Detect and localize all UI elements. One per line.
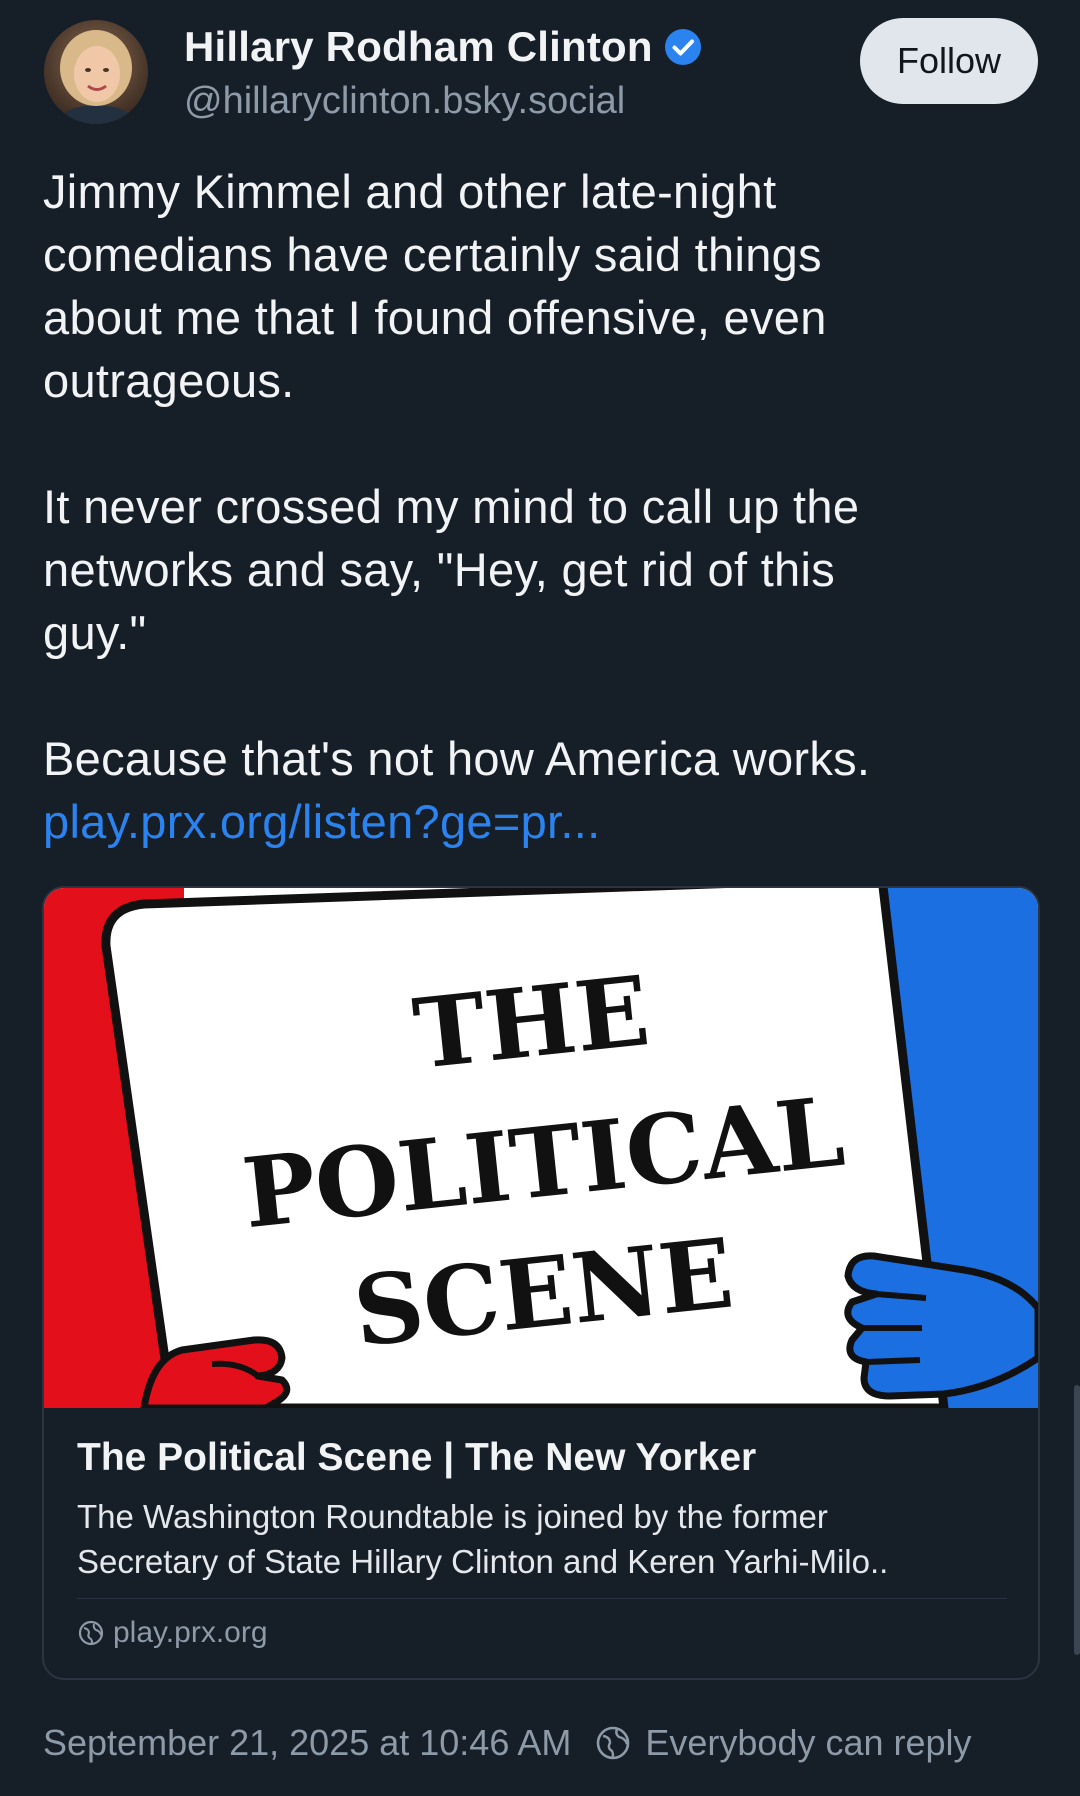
follow-button[interactable]: Follow: [860, 18, 1038, 104]
post-paragraph: Because that's not how America works.: [43, 732, 871, 785]
link-preview-title[interactable]: The Political Scene | The New Yorker: [77, 1436, 756, 1480]
reply-setting-label[interactable]: Everybody can reply: [645, 1722, 971, 1764]
divider: [77, 1598, 1007, 1599]
post-link[interactable]: play.prx.org/listen?ge=pr...: [43, 790, 1033, 853]
post-text: Jimmy Kimmel and other late-night comedi…: [43, 160, 1033, 853]
link-preview-domain: play.prx.org: [77, 1616, 268, 1650]
link-preview-image[interactable]: THE POLITICAL SCENE: [44, 888, 1038, 1408]
verified-check-icon[interactable]: [663, 27, 703, 67]
post-timestamp: September 21, 2025 at 10:46 AM: [43, 1722, 572, 1763]
globe-icon: [78, 1620, 104, 1646]
reply-setting[interactable]: Everybody can reply: [595, 1722, 972, 1764]
link-preview-card[interactable]: THE POLITICAL SCENE The Political Scene …: [42, 886, 1040, 1680]
post-paragraph: It never crossed my mind to call up the …: [43, 480, 860, 659]
earth-icon: [597, 1726, 630, 1760]
post-footer: September 21, 2025 at 10:46 AM Everybody…: [43, 1722, 972, 1764]
post-thread-view: Hillary Rodham Clinton @hillaryclinton.b…: [0, 0, 1080, 1796]
author-display-name[interactable]: Hillary Rodham Clinton: [184, 23, 653, 71]
author-name-row[interactable]: Hillary Rodham Clinton: [184, 20, 703, 74]
avatar[interactable]: [44, 20, 148, 124]
link-preview-description: The Washington Roundtable is joined by t…: [77, 1498, 889, 1580]
scrollbar[interactable]: [1074, 1385, 1080, 1655]
avatar-image: [44, 20, 148, 124]
podcast-cover-art: THE POLITICAL SCENE: [44, 888, 1038, 1408]
link-preview-domain-text: play.prx.org: [113, 1616, 268, 1649]
post-paragraph: Jimmy Kimmel and other late-night comedi…: [43, 165, 827, 407]
author-handle[interactable]: @hillaryclinton.bsky.social: [184, 80, 625, 123]
